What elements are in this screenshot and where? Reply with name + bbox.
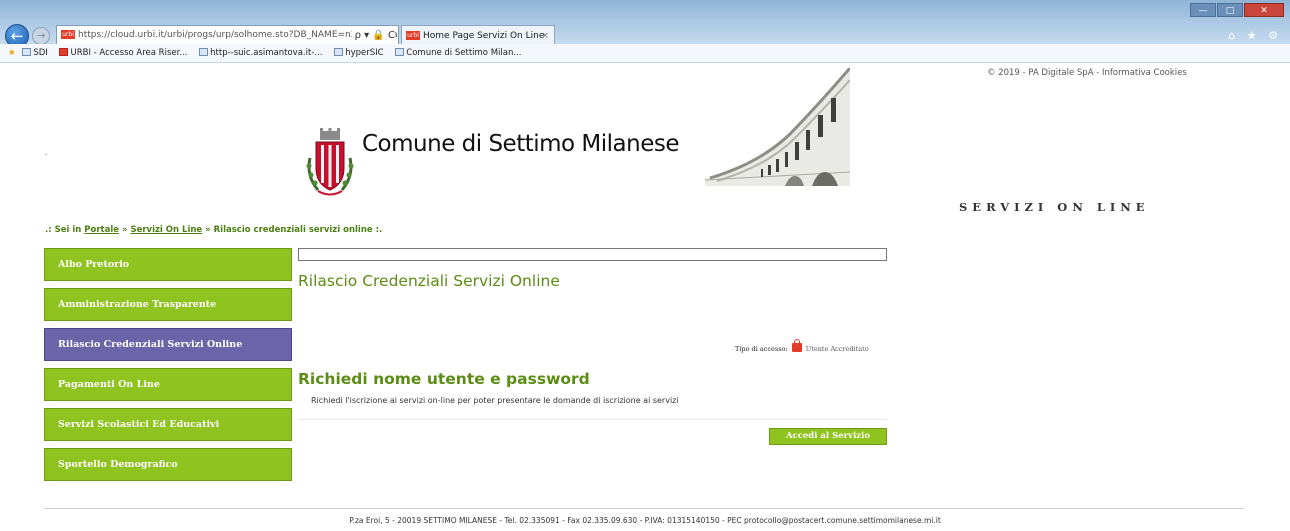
maximize-button[interactable]: □: [1217, 3, 1243, 17]
page-icon: [199, 48, 209, 56]
favorites-bar: ★ SDI URBI - Accesso Area Riser... http-…: [0, 44, 1290, 63]
sidebar-item-rilascio-credenziali[interactable]: Rilascio Credenziali Servizi Online: [44, 328, 292, 361]
breadcrumb: .: Sei in Portale » Servizi On Line » Ri…: [45, 225, 382, 235]
municipal-crest-icon: [306, 128, 354, 196]
access-type-value: Utente Accreditato: [805, 345, 869, 353]
favorites-star-icon[interactable]: ★: [8, 48, 16, 58]
urbi-favicon-icon: urbi: [61, 30, 75, 39]
copyright-link[interactable]: © 2019 - PA Digitale SpA - Informativa C…: [987, 68, 1187, 78]
sidebar-item-sportello-demografico[interactable]: Sportello Demografico: [44, 448, 292, 481]
window-controls: — □ ✕: [1190, 3, 1284, 17]
sidebar-item-pagamenti-on-line[interactable]: Pagamenti On Line: [44, 368, 292, 401]
favorite-hypersic[interactable]: hyperSIC: [334, 44, 384, 62]
site-title: Comune di Settimo Milanese: [362, 131, 680, 157]
toolbar-icons[interactable]: ⌂ ★ ⚙: [1228, 29, 1282, 42]
access-service-button[interactable]: Accedi al Servizio: [769, 428, 887, 445]
favorite-urbi[interactable]: URBI - Accesso Area Riser...: [59, 44, 187, 62]
breadcrumb-separator: »: [119, 225, 131, 235]
page-icon: [22, 48, 32, 56]
favorite-sdi[interactable]: SDI: [22, 44, 48, 62]
search-input[interactable]: [298, 248, 887, 261]
service-description: Richiedi l'iscrizione ai servizi on-line…: [311, 396, 679, 405]
services-label: SERVIZI ON LINE: [959, 200, 1150, 214]
access-type-label: Tipo di accesso:: [735, 345, 788, 353]
building-illustration: [705, 68, 850, 186]
footer-address: P.za Eroi, 5 - 20019 SETTIMO MILANESE - …: [349, 516, 941, 525]
close-window-button[interactable]: ✕: [1244, 3, 1284, 17]
tab-home-page[interactable]: urbi Home Page Servizi On Line ×: [401, 25, 555, 46]
address-bar[interactable]: urbi https://cloud.urbi.it/urbi/progs/urp…: [56, 25, 399, 46]
urbi-icon: [59, 48, 69, 56]
decorative-dot: [45, 154, 47, 155]
browser-titlebar: ← → urbi https://cloud.urbi.it/urbi/progs…: [0, 0, 1290, 48]
page-icon: [334, 48, 344, 56]
urbi-favicon-icon: urbi: [406, 31, 420, 40]
minimize-button[interactable]: —: [1190, 3, 1216, 17]
crest-icon: [395, 48, 405, 56]
service-title: Richiedi nome utente e password: [298, 370, 590, 388]
favorite-comune[interactable]: Comune di Settimo Milan...: [395, 44, 521, 62]
sidebar-item-servizi-scolastici[interactable]: Servizi Scolastici Ed Educativi: [44, 408, 292, 441]
sidebar-item-albo-pretorio[interactable]: Albo Pretorio: [44, 248, 292, 281]
page-title: Rilascio Credenziali Servizi Online: [298, 272, 560, 290]
divider: [298, 419, 887, 420]
breadcrumb-prefix: .: Sei in: [45, 225, 85, 235]
breadcrumb-current: Rilascio credenziali servizi online :.: [213, 225, 383, 235]
lock-icon: [791, 339, 802, 352]
favorite-suic[interactable]: http--suic.asimantova.it-...: [199, 44, 323, 62]
address-controls[interactable]: ρ ▾ 🔒 C: [351, 26, 395, 45]
tab-title: Home Page Servizi On Line: [423, 31, 545, 41]
sidebar-menu: Albo Pretorio Amministrazione Trasparent…: [44, 248, 292, 488]
close-tab-icon[interactable]: ×: [541, 26, 549, 46]
sidebar-item-amministrazione-trasparente[interactable]: Amministrazione Trasparente: [44, 288, 292, 321]
breadcrumb-link-servizi[interactable]: Servizi On Line: [130, 225, 202, 235]
access-type: Tipo di accesso: Utente Accreditato: [735, 339, 869, 353]
forward-arrow-icon[interactable]: →: [32, 27, 50, 45]
breadcrumb-link-portale[interactable]: Portale: [84, 225, 119, 235]
footer-divider: [44, 508, 1244, 509]
breadcrumb-separator: »: [202, 225, 214, 235]
